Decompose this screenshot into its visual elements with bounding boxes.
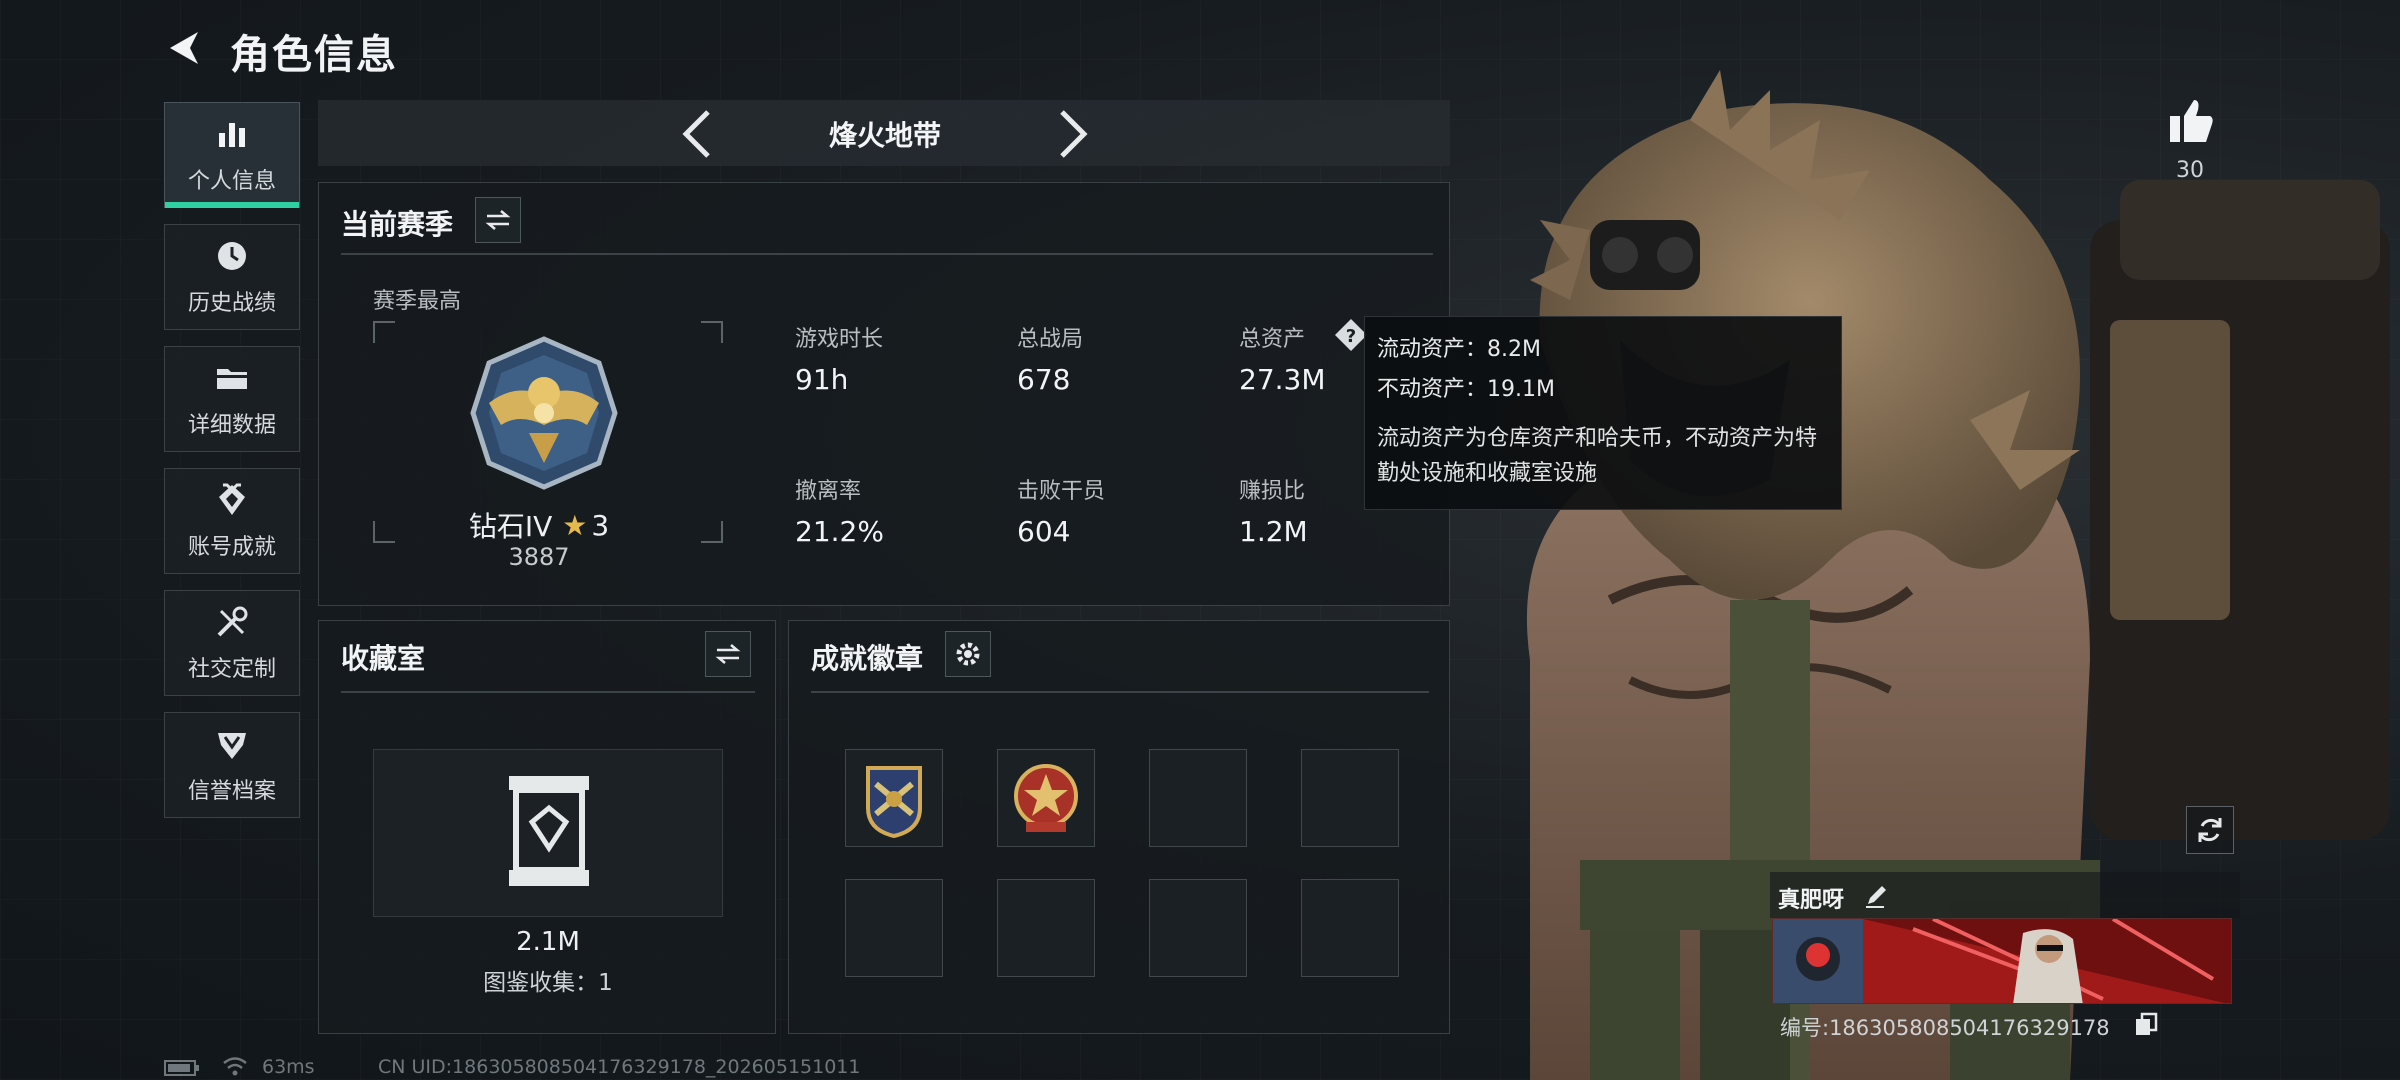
divider [341, 691, 755, 693]
rank-line: 钻石IV ★ 3 [319, 505, 759, 545]
sidebar-item-label: 账号成就 [187, 535, 276, 560]
stat-label-total-matches: 总战局 [1017, 327, 1084, 352]
like-count: 30 [2176, 158, 2204, 183]
sidebar-item-label: 历史战绩 [187, 291, 276, 316]
stat-value-play-time: 91h [795, 363, 849, 396]
sidebar-item-label: 社交定制 [187, 657, 276, 682]
pencil-icon [1866, 886, 1886, 908]
shield-icon [218, 733, 246, 759]
sidebar-item-label: 信誉档案 [187, 779, 276, 804]
rank-name: 钻石IV [468, 510, 553, 543]
folder-icon [217, 369, 247, 389]
tooltip-fixed-assets: 不动资产：19.1M [1377, 377, 1555, 402]
divider [341, 253, 1433, 255]
back-button[interactable] [160, 24, 208, 72]
swap-icon [715, 644, 741, 664]
badge-slot[interactable] [997, 749, 1095, 847]
clock-icon [218, 242, 246, 270]
like-button[interactable] [2166, 96, 2216, 146]
badge-crossed-rifles-icon [866, 766, 922, 839]
stat-value-operators-killed: 604 [1017, 515, 1071, 548]
wrench-icon [217, 606, 248, 637]
stat-value-extract-rate: 21.2% [795, 515, 884, 548]
badges-settings-button[interactable] [945, 631, 991, 677]
sidebar-item-label: 详细数据 [187, 413, 276, 438]
mode-title: 烽火地带 [828, 119, 941, 152]
badge-slot-empty[interactable] [1301, 749, 1399, 847]
sidebar-item-achievements[interactable]: 账号成就 [164, 468, 300, 574]
stat-label-play-time: 游戏时长 [795, 327, 884, 352]
badge-slot[interactable] [845, 749, 943, 847]
stat-label-profit-loss: 赚损比 [1239, 479, 1306, 504]
player-nickname: 真肥呀 [1778, 888, 1845, 913]
sidebar-item-social-custom[interactable]: 社交定制 [164, 590, 300, 696]
player-card-art [1773, 919, 2231, 1003]
gear-icon [956, 642, 980, 666]
rotate-icon [2198, 818, 2222, 842]
tooltip-liquid-assets: 流动资产：8.2M [1377, 337, 1541, 362]
frame-corner [701, 321, 723, 343]
assets-tooltip: 流动资产：8.2M 不动资产：19.1M 流动资产为仓库资产和哈夫币，不动资产为… [1364, 316, 1842, 510]
display-case-icon [509, 776, 589, 886]
badge-slot-empty[interactable] [845, 879, 943, 977]
badge-slot-empty[interactable] [1149, 879, 1247, 977]
badge-red-star-icon [1014, 764, 1078, 832]
copy-id-button[interactable] [2134, 1012, 2158, 1036]
sidebar-item-credit-record[interactable]: 信誉档案 [164, 712, 300, 818]
stat-label-extract-rate: 撤离率 [795, 479, 862, 504]
rotate-model-button[interactable] [2186, 806, 2234, 854]
season-switch-button[interactable] [475, 197, 521, 243]
stat-label-operators-killed: 击败干员 [1017, 479, 1106, 504]
sidebar-item-personal-info[interactable]: 个人信息 [164, 102, 300, 208]
player-id: 编号:186305808504176329178 [1780, 1016, 2110, 1040]
uid-text: CN UID:186305808504176329178_20260515101… [378, 1056, 861, 1078]
collection-value: 2.1M [516, 927, 580, 957]
copy-icon [2136, 1012, 2158, 1035]
badge-slot-empty[interactable] [1301, 879, 1399, 977]
svg-text:?: ? [1346, 326, 1356, 347]
star-icon: ★ [562, 508, 588, 542]
player-card[interactable] [1772, 918, 2232, 1004]
swap-icon [485, 210, 511, 230]
badge-slot-empty[interactable] [1149, 749, 1247, 847]
sidebar-item-label: 个人信息 [187, 169, 276, 194]
badge-slot-empty[interactable] [997, 879, 1095, 977]
tooltip-note: 流动资产为仓库资产和哈夫币，不动资产为特勤处设施和收藏室设施 [1377, 426, 1818, 486]
rank-points: 3887 [508, 543, 570, 571]
bar-chart-icon [219, 123, 245, 147]
collection-panel: 收藏室 2.1M 图鉴收集：1 [318, 620, 776, 1034]
page-title: 角色信息 [230, 32, 398, 78]
stat-value-total-matches: 678 [1017, 363, 1071, 396]
badges-title: 成就徽章 [811, 642, 924, 675]
stat-value-profit-loss: 1.2M [1239, 515, 1308, 548]
chevron-left-icon[interactable] [676, 108, 720, 160]
divider [811, 691, 1429, 693]
thumbs-up-icon [2170, 100, 2213, 142]
badges-panel: 成就徽章 [788, 620, 1450, 1034]
collection-title: 收藏室 [341, 642, 426, 675]
back-arrow-icon [170, 32, 198, 64]
collection-count: 图鉴收集：1 [483, 970, 613, 996]
collection-switch-button[interactable] [705, 631, 751, 677]
season-panel: 当前赛季 赛季最高 钻石IV ★ 3 3887 游戏时长 91h 总战局 678… [318, 182, 1450, 606]
chevron-right-icon[interactable] [1050, 108, 1094, 160]
edit-name-button[interactable] [1862, 882, 1890, 910]
season-best-label: 赛季最高 [373, 289, 462, 314]
sidebar-item-detailed-data[interactable]: 详细数据 [164, 346, 300, 452]
stat-label-total-assets: 总资产 [1239, 327, 1306, 352]
rank-emblem-icon [470, 336, 618, 490]
wifi-icon [222, 1054, 248, 1078]
rank-stars: 3 [591, 508, 610, 542]
achievement-icon [219, 483, 245, 515]
stat-value-total-assets: 27.3M [1239, 363, 1326, 396]
ping-text: 63ms [262, 1056, 315, 1078]
season-title: 当前赛季 [341, 208, 454, 241]
sidebar-item-match-history[interactable]: 历史战绩 [164, 224, 300, 330]
battery-icon [164, 1058, 200, 1078]
collection-preview[interactable] [373, 749, 723, 917]
frame-corner [373, 321, 395, 343]
